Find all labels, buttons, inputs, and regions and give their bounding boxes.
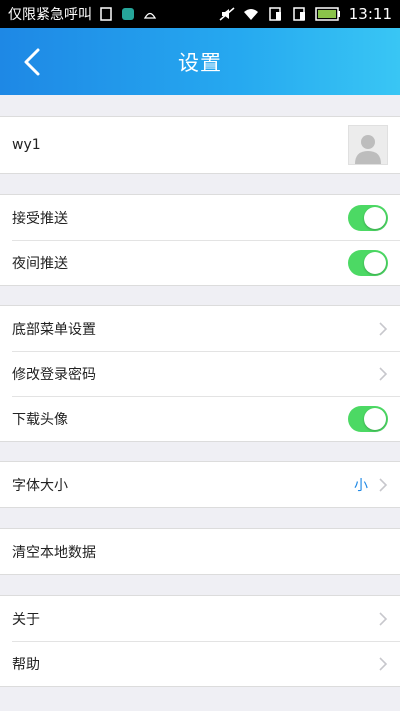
status-bar: 仅限紧急呼叫 13:11 (0, 0, 400, 28)
help-row[interactable]: 帮助 (0, 641, 400, 686)
avatar[interactable] (348, 125, 388, 165)
chevron-right-icon (379, 656, 388, 671)
push-toggle[interactable] (348, 204, 388, 231)
download-avatar-row: 下载头像 (0, 396, 400, 441)
sim-icon (100, 7, 112, 21)
notification-section: 接受推送 夜间推送 (0, 194, 400, 286)
general-section: 底部菜单设置 修改登录密码 下载头像 (0, 305, 400, 442)
chevron-right-icon (379, 321, 388, 336)
font-size-label: 字体大小 (12, 477, 68, 494)
bottom-menu-label: 底部菜单设置 (12, 321, 96, 338)
storage-section: 清空本地数据 (0, 528, 400, 575)
signal-icon (269, 7, 281, 21)
clock-text: 13:11 (348, 5, 392, 23)
clear-data-row[interactable]: 清空本地数据 (0, 529, 400, 574)
default-avatar-icon (355, 135, 381, 164)
bottom-menu-row[interactable]: 底部菜单设置 (0, 306, 400, 351)
push-label: 接受推送 (12, 210, 68, 227)
battery-icon (315, 7, 340, 21)
chevron-right-icon (379, 477, 388, 492)
account-row[interactable]: wy1 (0, 117, 400, 173)
help-label: 帮助 (12, 656, 40, 673)
signal-icon-2 (293, 7, 305, 21)
back-arrow-icon (24, 48, 40, 76)
night-push-row: 夜间推送 (0, 240, 400, 285)
account-section: wy1 (0, 116, 400, 174)
app-bar: 设置 (0, 28, 400, 95)
download-avatar-toggle-knob (364, 407, 386, 430)
username-label: wy1 (12, 137, 41, 153)
back-button[interactable] (8, 38, 56, 86)
app-notification-icon (122, 8, 134, 20)
chevron-right-icon (379, 366, 388, 381)
download-avatar-label: 下载头像 (12, 411, 68, 428)
clear-data-label: 清空本地数据 (12, 544, 96, 561)
download-avatar-toggle[interactable] (348, 405, 388, 432)
android-debug-icon (143, 12, 157, 19)
wifi-icon (243, 9, 258, 20)
change-password-row[interactable]: 修改登录密码 (0, 351, 400, 396)
push-row: 接受推送 (0, 195, 400, 240)
push-toggle-knob (364, 206, 386, 229)
about-row[interactable]: 关于 (0, 596, 400, 641)
chevron-right-icon (379, 611, 388, 626)
night-push-label: 夜间推送 (12, 255, 68, 272)
font-size-value: 小 (354, 477, 368, 494)
about-label: 关于 (12, 611, 40, 628)
display-section: 字体大小 小 (0, 461, 400, 508)
page-title: 设置 (178, 50, 222, 75)
change-password-label: 修改登录密码 (12, 366, 96, 383)
mute-icon (219, 7, 235, 21)
info-section: 关于 帮助 (0, 595, 400, 687)
night-push-toggle-knob (364, 251, 386, 274)
font-size-row[interactable]: 字体大小 小 (0, 462, 400, 507)
night-push-toggle[interactable] (348, 249, 388, 276)
carrier-text: 仅限紧急呼叫 (8, 7, 92, 23)
